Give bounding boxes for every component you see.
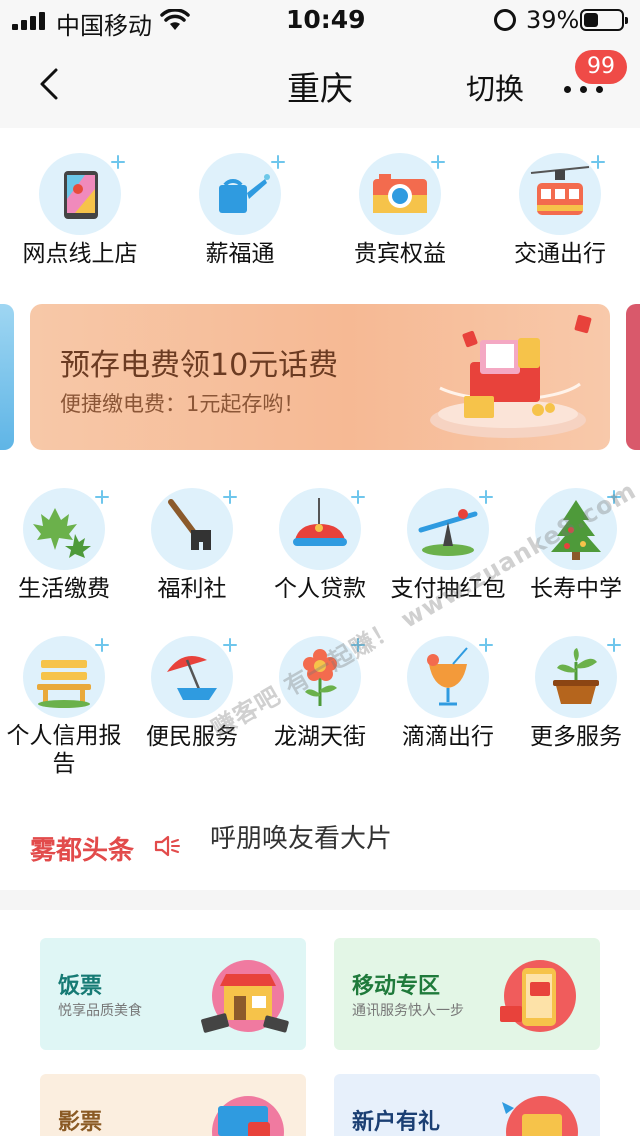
service-label: 生活缴费 [18, 576, 110, 602]
card-title: 移动专区 [352, 974, 441, 999]
status-bar: 中国移动 10:49 39% [0, 0, 640, 40]
promo-banner[interactable]: 预存电费领10元话费 便捷缴电费：1元起存哟！ [30, 304, 610, 450]
movie-icon [212, 1096, 284, 1136]
watering-can-icon [199, 153, 281, 235]
battery-fill [584, 13, 598, 27]
service-label: 龙湖天街 [274, 724, 366, 750]
potted-plant-icon [535, 636, 617, 718]
banner-prev-peek[interactable] [0, 304, 14, 450]
nav-bar: 重庆 切换 [0, 40, 640, 128]
service-label: 个人贷款 [274, 576, 366, 602]
clock: 10:49 [286, 5, 366, 34]
service-label: 长寿中学 [530, 576, 622, 602]
signal-icon [12, 12, 48, 30]
banner-subtitle: 便捷缴电费：1元起存哟！ [60, 392, 305, 416]
service-camera[interactable]: 贵宾权益 [336, 153, 464, 269]
tablet-map-icon [39, 153, 121, 235]
cocktail-icon [407, 636, 489, 718]
service-label: 交通出行 [514, 241, 606, 267]
gift-icon [502, 1096, 578, 1136]
restaurant-icon [201, 960, 289, 1033]
card-new-user-gift[interactable]: 新户有礼 [334, 1074, 600, 1136]
card-subtitle: 悦享品质美食 [58, 1003, 142, 1019]
bench-icon [23, 636, 105, 718]
service-label: 贵宾权益 [354, 241, 446, 267]
service-maple-leaf[interactable]: 生活缴费 [0, 488, 128, 604]
card-title: 饭票 [58, 974, 103, 999]
rotation-lock-icon [494, 9, 516, 31]
carrier-name: 中国移动 [56, 12, 152, 40]
service-cocktail[interactable]: 滴滴出行 [384, 636, 512, 752]
shovel-icon [151, 488, 233, 570]
news-ticker-label: 雾都头条 [30, 836, 135, 866]
service-label: 个人信用报告 [6, 723, 122, 777]
service-cable-car[interactable]: 交通出行 [496, 153, 624, 269]
service-shovel[interactable]: 福利社 [128, 488, 256, 604]
battery-percent: 39% [526, 6, 580, 34]
camera-icon [359, 153, 441, 235]
service-watering-can[interactable]: 薪福通 [176, 153, 304, 269]
card-mobile-zone[interactable]: 移动专区 通讯服务快人一步 [334, 938, 600, 1050]
news-headline[interactable]: 呼朋唤友看大片 [210, 818, 392, 855]
card-title: 影票 [58, 1110, 103, 1135]
speaker-icon [154, 835, 180, 857]
battery-icon [580, 9, 628, 31]
service-potted-plant[interactable]: 更多服务 [512, 636, 640, 752]
5g-phone-icon [500, 960, 576, 1032]
service-bench[interactable]: 个人信用报告 [0, 636, 128, 778]
maple-leaf-icon [23, 488, 105, 570]
switch-city-button[interactable]: 切换 [466, 66, 524, 108]
service-tablet-map[interactable]: 网点线上店 [16, 153, 144, 269]
card-movie-ticket[interactable]: 影票 [40, 1074, 306, 1136]
card-subtitle: 通讯服务快人一步 [352, 1003, 464, 1019]
service-label: 网点线上店 [22, 241, 138, 267]
card-meal-ticket[interactable]: 饭票 悦享品质美食 [40, 938, 306, 1050]
card-title: 新户有礼 [352, 1110, 441, 1135]
service-label: 滴滴出行 [402, 724, 494, 750]
wifi-icon [160, 9, 190, 30]
gift-box-illustration [430, 314, 592, 438]
page-title: 重庆 [287, 69, 353, 108]
service-bumper-car[interactable]: 个人贷款 [256, 488, 384, 604]
cable-car-icon [519, 153, 601, 235]
message-badge: 99 [575, 50, 627, 84]
banner-next-peek[interactable] [626, 304, 640, 450]
service-label: 更多服务 [530, 724, 622, 750]
service-label: 薪福通 [205, 241, 275, 267]
service-label: 福利社 [157, 576, 227, 602]
banner-title: 预存电费领10元话费 [60, 348, 339, 383]
bumper-car-icon [279, 488, 361, 570]
